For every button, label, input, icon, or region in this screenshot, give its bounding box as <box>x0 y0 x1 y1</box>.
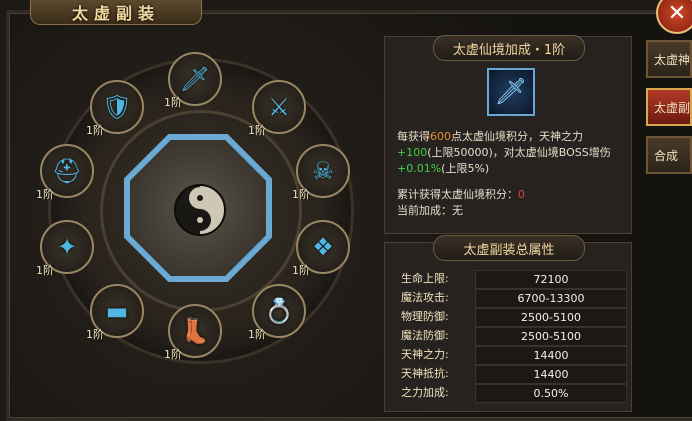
attr-value: 72100 <box>475 270 627 289</box>
equip-slot-mask[interactable]: ☠ 1阶 <box>292 144 350 201</box>
attr-label: 天神之力: <box>401 348 449 361</box>
equipment-wheel: 🗡 1阶 ⚔ 1阶 🛡 1阶 ⛑ 1阶 ☠ 1阶 ✦ 1阶 ❖ 1阶 ▬ 1阶 … <box>20 28 372 410</box>
equip-slot-amulet[interactable]: ❖ 1阶 <box>292 220 350 277</box>
attr-row: 之力加成: 0.50% <box>393 384 627 403</box>
tab-label: 太虚神 <box>654 52 691 67</box>
desc-limit: (上限50000)，对太虚仙境BOSS增伤 <box>427 146 611 159</box>
equip-slot-sword[interactable]: 🗡 1阶 <box>164 52 222 109</box>
equip-slot-boots[interactable]: 👢 1阶 <box>164 304 222 361</box>
attr-label: 魔法攻击: <box>401 291 449 304</box>
bonus-info-panel: 太虚仙境加成・1阶 🗡 每获得600点太虚仙境积分，天神之力 +100(上限500… <box>384 35 632 234</box>
game-window: 太虚副装 ✕ 🗡 1阶 ⚔ 1阶 🛡 1阶 ⛑ 1阶 ☠ 1阶 ✦ 1阶 ❖ 1… <box>0 0 692 421</box>
attr-value: 14400 <box>475 346 627 365</box>
attr-label: 之力加成: <box>401 386 449 399</box>
slot-level: 1阶 <box>292 264 310 277</box>
attr-row: 天神抵抗: 14400 <box>393 365 627 384</box>
attr-value: 2500-5100 <box>475 327 627 346</box>
slot-level: 1阶 <box>248 328 266 341</box>
equip-slot-armor[interactable]: 🛡 1阶 <box>86 80 144 137</box>
desc-tail: (上限5%) <box>441 162 490 175</box>
desc-power: +100 <box>397 146 428 159</box>
attr-row: 天神之力: 14400 <box>393 346 627 365</box>
attr-value: 2500-5100 <box>475 308 627 327</box>
attr-value: 14400 <box>475 365 627 384</box>
slot-level: 1阶 <box>164 348 182 361</box>
slot-level: 1阶 <box>86 328 104 341</box>
bonus-header-text: 太虚仙境加成・1阶 <box>452 42 566 58</box>
equip-slot-necklace[interactable]: ✦ 1阶 <box>36 220 94 277</box>
close-icon: ✕ <box>667 0 687 26</box>
attr-value: 0.50% <box>475 384 627 403</box>
desc-boss: +0.01% <box>397 162 442 175</box>
tab-taixu-shen[interactable]: 太虚神 <box>646 40 692 78</box>
tab-taixu-fu[interactable]: 太虚副 <box>646 88 692 126</box>
attr-row: 魔法防御: 2500-5100 <box>393 327 627 346</box>
bonus-header: 太虚仙境加成・1阶 <box>433 35 585 61</box>
equip-slot-belt[interactable]: ▬ 1阶 <box>86 284 144 341</box>
window-title: 太虚副装 <box>71 4 160 23</box>
attr-label: 魔法防御: <box>401 329 449 342</box>
accum-row: 累计获得太虚仙境积分：0 <box>397 187 625 203</box>
current-row: 当前加成：无 <box>397 203 625 219</box>
slot-level: 1阶 <box>248 124 266 137</box>
attr-label: 生命上限: <box>401 272 449 285</box>
equip-slot-ring[interactable]: 💍 1阶 <box>248 284 306 341</box>
total-attributes-panel: 太虚副装总属性 生命上限: 72100 魔法攻击: 6700-13300 物理防御:… <box>384 235 632 412</box>
bonus-description: 每获得600点太虚仙境积分，天神之力 +100(上限50000)，对太虚仙境BOS… <box>397 129 625 219</box>
tab-label: 合成 <box>654 148 679 163</box>
slot-level: 1阶 <box>292 188 310 201</box>
attributes-header: 太虚副装总属性 <box>433 235 585 261</box>
accum-value: 0 <box>518 188 525 201</box>
sword-icon[interactable]: 🗡 <box>487 68 535 116</box>
current-value: 无 <box>452 204 463 217</box>
tab-hecheng[interactable]: 合成 <box>646 136 692 174</box>
attr-row: 生命上限: 72100 <box>393 270 627 289</box>
attr-value: 6700-13300 <box>475 289 627 308</box>
slot-level: 1阶 <box>86 124 104 137</box>
equip-slot-helmet[interactable]: ⛑ 1阶 <box>36 144 94 201</box>
slot-level: 1阶 <box>164 96 182 109</box>
tab-label: 太虚副 <box>654 100 691 115</box>
attr-label: 物理防御: <box>401 310 449 323</box>
accum-label: 累计获得太虚仙境积分： <box>397 188 518 201</box>
attr-row: 物理防御: 2500-5100 <box>393 308 627 327</box>
desc-prefix: 每获得 <box>397 130 430 143</box>
slot-level: 1阶 <box>36 264 54 277</box>
current-label: 当前加成： <box>397 204 452 217</box>
yinyang-icon <box>174 184 226 236</box>
attr-label: 天神抵抗: <box>401 367 449 380</box>
equip-slot-bracer[interactable]: ⚔ 1阶 <box>248 80 306 137</box>
attr-row: 魔法攻击: 6700-13300 <box>393 289 627 308</box>
desc-points: 600 <box>430 130 451 143</box>
title-plate: 太虚副装 <box>30 0 202 25</box>
slot-level: 1阶 <box>36 188 54 201</box>
attributes-header-text: 太虚副装总属性 <box>463 242 555 258</box>
desc-middle: 点太虚仙境积分，天神之力 <box>451 130 583 143</box>
